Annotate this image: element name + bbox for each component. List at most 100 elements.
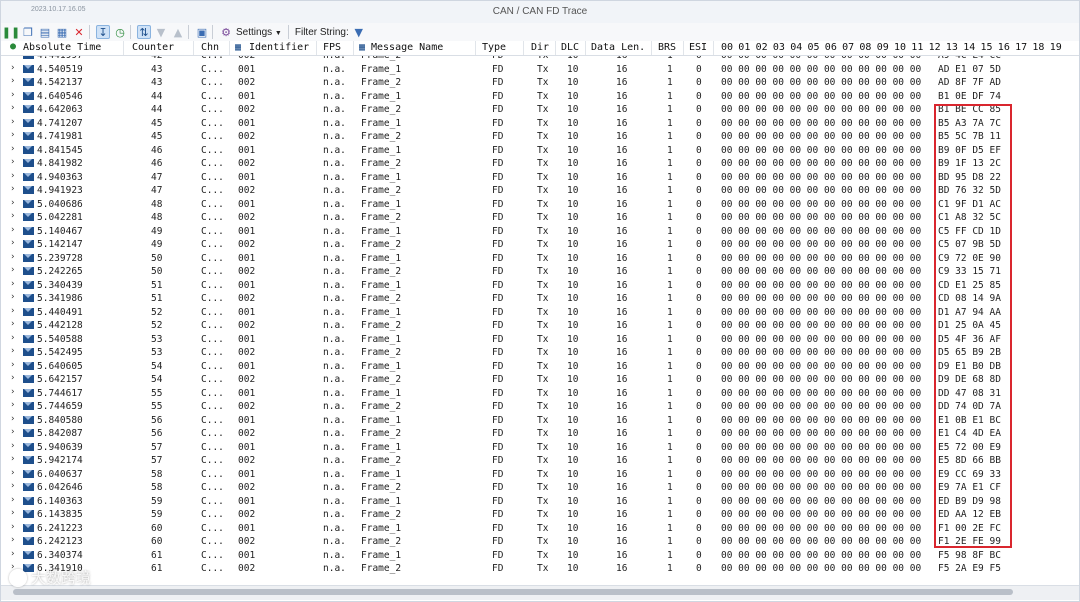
col-brs[interactable]: BRS bbox=[658, 42, 676, 53]
col-byte-16[interactable]: 16 bbox=[998, 42, 1010, 53]
expand-chevron-icon[interactable]: › bbox=[11, 427, 15, 437]
expand-chevron-icon[interactable]: › bbox=[11, 441, 15, 451]
table-row[interactable]: › 4.941923 47 C... 002 n.a. Frame_2 FD Tx 10 16 1 0 0… bbox=[1, 184, 1079, 198]
expand-chevron-icon[interactable]: › bbox=[11, 454, 15, 464]
expand-chevron-icon[interactable]: › bbox=[11, 238, 15, 248]
col-byte-10[interactable]: 10 bbox=[894, 42, 906, 53]
expand-chevron-icon[interactable]: › bbox=[11, 265, 15, 275]
table-row[interactable]: › 6.340374 61 C... 001 n.a. Frame_1 FD Tx 10 16 1 0 0… bbox=[1, 549, 1079, 563]
col-byte-07[interactable]: 07 bbox=[842, 42, 854, 53]
table-row[interactable]: › 6.140363 59 C... 001 n.a. Frame_1 FD Tx 10 16 1 0 0… bbox=[1, 495, 1079, 509]
gear-icon[interactable]: ⚙ bbox=[219, 25, 233, 39]
expand-chevron-icon[interactable]: › bbox=[11, 117, 15, 127]
table-row[interactable]: › 5.341986 51 C... 002 n.a. Frame_2 FD Tx 10 16 1 0 0… bbox=[1, 292, 1079, 306]
expand-chevron-icon[interactable]: › bbox=[11, 76, 15, 86]
expand-chevron-icon[interactable]: › bbox=[11, 481, 15, 491]
col-byte-18[interactable]: 18 bbox=[1032, 42, 1044, 53]
col-byte-01[interactable]: 01 bbox=[738, 42, 750, 53]
expand-chevron-icon[interactable]: › bbox=[11, 414, 15, 424]
expand-chevron-icon[interactable]: › bbox=[11, 333, 15, 343]
table-row[interactable]: › 4.841982 46 C... 002 n.a. Frame_2 FD Tx 10 16 1 0 0… bbox=[1, 157, 1079, 171]
expand-chevron-icon[interactable]: › bbox=[11, 468, 15, 478]
table-row[interactable]: › 5.540588 53 C... 001 n.a. Frame_1 FD Tx 10 16 1 0 0… bbox=[1, 333, 1079, 347]
filter-icon[interactable]: ▼ bbox=[352, 25, 366, 39]
time-icon[interactable]: ◷ bbox=[113, 25, 127, 39]
table-row[interactable]: › 4.841545 46 C... 001 n.a. Frame_1 FD Tx 10 16 1 0 0… bbox=[1, 144, 1079, 158]
table-row[interactable]: › 5.942174 57 C... 002 n.a. Frame_2 FD Tx 10 16 1 0 0… bbox=[1, 454, 1079, 468]
expand-chevron-icon[interactable]: › bbox=[11, 549, 15, 559]
table-row[interactable]: › 5.744617 55 C... 001 n.a. Frame_1 FD Tx 10 16 1 0 0… bbox=[1, 387, 1079, 401]
col-fps[interactable]: FPS bbox=[323, 42, 341, 53]
col-byte-05[interactable]: 05 bbox=[808, 42, 820, 53]
table-row[interactable]: › 4.940363 47 C... 001 n.a. Frame_1 FD Tx 10 16 1 0 0… bbox=[1, 171, 1079, 185]
scrollbar-thumb[interactable] bbox=[13, 589, 1013, 595]
sort-icon[interactable]: ⇅ bbox=[137, 25, 151, 39]
table-row[interactable]: › 5.744659 55 C... 002 n.a. Frame_2 FD Tx 10 16 1 0 0… bbox=[1, 400, 1079, 414]
expand-chevron-icon[interactable]: › bbox=[11, 252, 15, 262]
col-byte-15[interactable]: 15 bbox=[981, 42, 993, 53]
table-row[interactable]: › 4.642063 44 C... 002 n.a. Frame_2 FD Tx 10 16 1 0 0… bbox=[1, 103, 1079, 117]
table-row[interactable]: › 5.140467 49 C... 001 n.a. Frame_1 FD Tx 10 16 1 0 0… bbox=[1, 225, 1079, 239]
table-row[interactable]: › 6.143835 59 C... 002 n.a. Frame_2 FD Tx 10 16 1 0 0… bbox=[1, 508, 1079, 522]
col-byte-03[interactable]: 03 bbox=[773, 42, 785, 53]
col-byte-14[interactable]: 14 bbox=[963, 42, 975, 53]
col-byte-04[interactable]: 04 bbox=[790, 42, 802, 53]
camera-icon[interactable]: ▣ bbox=[195, 25, 209, 39]
table-row[interactable]: › 5.239728 50 C... 001 n.a. Frame_1 FD Tx 10 16 1 0 0… bbox=[1, 252, 1079, 266]
col-byte-02[interactable]: 02 bbox=[756, 42, 768, 53]
expand-chevron-icon[interactable]: › bbox=[11, 508, 15, 518]
col-byte-17[interactable]: 17 bbox=[1015, 42, 1027, 53]
expand-chevron-icon[interactable]: › bbox=[11, 90, 15, 100]
table-row[interactable]: › 5.242265 50 C... 002 n.a. Frame_2 FD Tx 10 16 1 0 0… bbox=[1, 265, 1079, 279]
col-byte-00[interactable]: 00 bbox=[721, 42, 733, 53]
expand-chevron-icon[interactable]: › bbox=[11, 306, 15, 316]
col-byte-11[interactable]: 11 bbox=[911, 42, 923, 53]
col-type[interactable]: Type bbox=[482, 42, 506, 53]
expand-chevron-icon[interactable]: › bbox=[11, 373, 15, 383]
col-esi[interactable]: ESI bbox=[689, 42, 707, 53]
col-dir[interactable]: Dir bbox=[531, 42, 549, 53]
expand-chevron-icon[interactable]: › bbox=[11, 171, 15, 181]
pause-icon[interactable]: ❚❚ bbox=[2, 25, 20, 39]
col-message-name[interactable]: Message Name bbox=[371, 42, 443, 53]
expand-chevron-icon[interactable]: › bbox=[11, 198, 15, 208]
table-row[interactable]: › 5.042281 48 C... 002 n.a. Frame_2 FD Tx 10 16 1 0 0… bbox=[1, 211, 1079, 225]
table-row[interactable]: › 6.042646 58 C... 002 n.a. Frame_2 FD Tx 10 16 1 0 0… bbox=[1, 481, 1079, 495]
col-byte-13[interactable]: 13 bbox=[946, 42, 958, 53]
expand-chevron-icon[interactable]: › bbox=[11, 63, 15, 73]
expand-chevron-icon[interactable]: › bbox=[11, 400, 15, 410]
expand-chevron-icon[interactable]: › bbox=[11, 130, 15, 140]
clear-icon[interactable]: ✕ bbox=[72, 25, 86, 39]
table-row[interactable]: › 6.341910 61 C... 002 n.a. Frame_2 FD Tx 10 16 1 0 0… bbox=[1, 562, 1079, 576]
col-data-len[interactable]: Data Len. bbox=[591, 42, 645, 53]
scroll-mode-icon[interactable]: ↧ bbox=[96, 25, 110, 39]
table-row[interactable]: › 5.842087 56 C... 002 n.a. Frame_2 FD Tx 10 16 1 0 0… bbox=[1, 427, 1079, 441]
expand-chevron-icon[interactable]: › bbox=[11, 360, 15, 370]
up-arrow-icon[interactable]: ▲ bbox=[171, 25, 185, 39]
expand-chevron-icon[interactable]: › bbox=[11, 211, 15, 221]
table-row[interactable]: › 6.040637 58 C... 001 n.a. Frame_1 FD Tx 10 16 1 0 0… bbox=[1, 468, 1079, 482]
col-byte-08[interactable]: 08 bbox=[859, 42, 871, 53]
expand-chevron-icon[interactable]: › bbox=[11, 144, 15, 154]
expand-chevron-icon[interactable]: › bbox=[11, 157, 15, 167]
col-byte-12[interactable]: 12 bbox=[929, 42, 941, 53]
table-row[interactable]: › 4.741981 45 C... 002 n.a. Frame_2 FD Tx 10 16 1 0 0… bbox=[1, 130, 1079, 144]
expand-chevron-icon[interactable]: › bbox=[11, 495, 15, 505]
table-row[interactable]: › 5.442128 52 C... 002 n.a. Frame_2 FD Tx 10 16 1 0 0… bbox=[1, 319, 1079, 333]
table-row[interactable]: › 4.542137 43 C... 002 n.a. Frame_2 FD Tx 10 16 1 0 0… bbox=[1, 76, 1079, 90]
expand-chevron-icon[interactable]: › bbox=[11, 535, 15, 545]
expand-chevron-icon[interactable]: › bbox=[11, 225, 15, 235]
col-dlc[interactable]: DLC bbox=[561, 42, 579, 53]
col-identifier[interactable]: Identifier bbox=[249, 42, 309, 53]
table-row[interactable]: › 5.940639 57 C... 001 n.a. Frame_1 FD Tx 10 16 1 0 0… bbox=[1, 441, 1079, 455]
down-arrow-icon[interactable]: ▼ bbox=[154, 25, 168, 39]
expand-chevron-icon[interactable]: › bbox=[11, 103, 15, 113]
col-byte-19[interactable]: 19 bbox=[1050, 42, 1062, 53]
table-row[interactable]: › 4.640546 44 C... 001 n.a. Frame_1 FD Tx 10 16 1 0 0… bbox=[1, 90, 1079, 104]
table-row[interactable]: › 6.242123 60 C... 002 n.a. Frame_2 FD Tx 10 16 1 0 0… bbox=[1, 535, 1079, 549]
expand-chevron-icon[interactable]: › bbox=[11, 522, 15, 532]
table-row[interactable]: › 5.840580 56 C... 001 n.a. Frame_1 FD Tx 10 16 1 0 0… bbox=[1, 414, 1079, 428]
table-row[interactable]: › 5.040686 48 C... 001 n.a. Frame_1 FD Tx 10 16 1 0 0… bbox=[1, 198, 1079, 212]
settings-menu[interactable]: Settings ▼ bbox=[236, 27, 282, 38]
expand-chevron-icon[interactable]: › bbox=[11, 292, 15, 302]
